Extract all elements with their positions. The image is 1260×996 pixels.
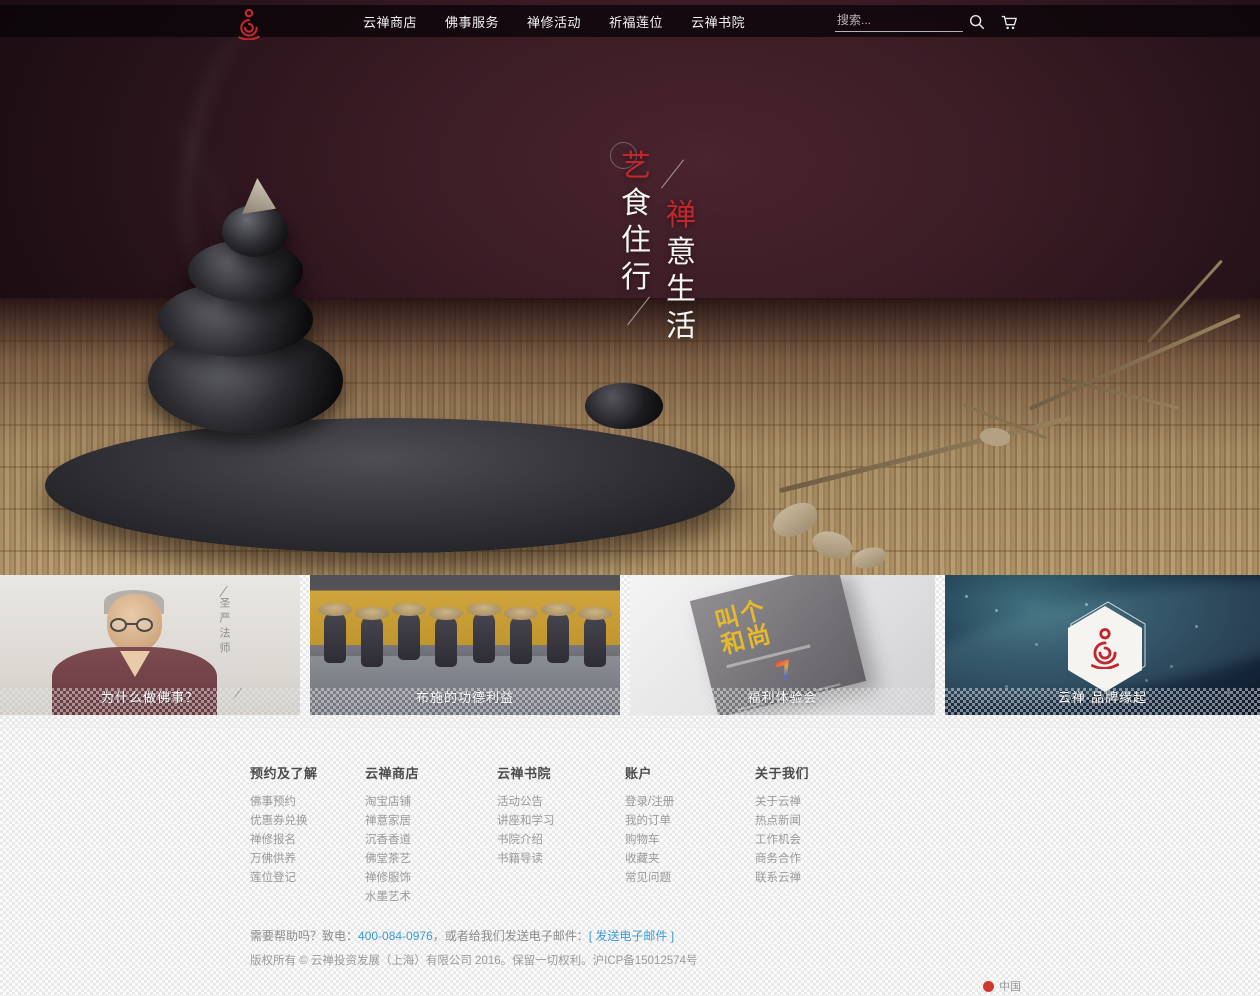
card-side-label: 圣严法师 bbox=[216, 597, 232, 657]
nav-item-blessing[interactable]: 祈福莲位 bbox=[609, 12, 663, 31]
card-caption: 为什么做佛事？ bbox=[0, 687, 300, 706]
footer-link[interactable]: 水墨艺术 bbox=[365, 888, 497, 907]
card-brand-origin[interactable]: 云禅·品牌缘起 bbox=[945, 575, 1260, 715]
monk-procession bbox=[324, 611, 606, 663]
decorative-slash bbox=[219, 586, 227, 597]
nav-item-activities[interactable]: 禅修活动 bbox=[527, 12, 581, 31]
footer-link[interactable]: 工作机会 bbox=[755, 831, 885, 850]
search-icon[interactable] bbox=[968, 13, 986, 31]
top-navbar: 云禅商店 佛事服务 禅修活动 祈福莲位 云禅书院 bbox=[0, 5, 1260, 37]
footer-link[interactable]: 登录/注册 bbox=[625, 793, 755, 812]
footer-link[interactable]: 我的订单 bbox=[625, 812, 755, 831]
search-input[interactable] bbox=[835, 9, 963, 32]
card-merit-of-giving[interactable]: 布施的功德利益 bbox=[310, 575, 620, 715]
glasses-icon bbox=[110, 618, 127, 632]
monk-silhouette bbox=[584, 615, 606, 667]
card-experience-event[interactable]: 叫个 和尚 福利体验会 bbox=[630, 575, 935, 715]
monk-silhouette bbox=[361, 615, 383, 667]
footer-link[interactable]: 购物车 bbox=[625, 831, 755, 850]
monk-silhouette bbox=[547, 611, 569, 663]
card-caption: 福利体验会 bbox=[630, 687, 935, 706]
footer-column-academy: 云禅书院 活动公告 讲座和学习 书院介绍 书籍导读 bbox=[497, 763, 625, 907]
footer-column-title: 云禅书院 bbox=[497, 763, 625, 782]
footer-link[interactable]: 淘宝店铺 bbox=[365, 793, 497, 812]
footer-link[interactable]: 商务合作 bbox=[755, 850, 885, 869]
region-flag-icon bbox=[983, 981, 994, 992]
hero-char: 生 bbox=[666, 271, 696, 308]
hero-vertical-text-left: 艺 食 住 行 bbox=[621, 148, 651, 296]
nav-item-services[interactable]: 佛事服务 bbox=[445, 12, 499, 31]
brand-logo[interactable] bbox=[235, 8, 263, 40]
nav-item-shop[interactable]: 云禅商店 bbox=[363, 12, 417, 31]
footer-link[interactable]: 优惠券兑换 bbox=[250, 812, 365, 831]
feature-cards-row: 圣严法师 为什么做佛事？ 布施的功德利益 叫个 和尚 福利体验会 bbox=[0, 575, 1260, 715]
footer-column-shop: 云禅商店 淘宝店铺 禅意家居 沉香香道 佛堂茶艺 禅修服饰 水墨艺术 bbox=[365, 763, 497, 907]
contact-line: 需要帮助吗？致电：400-084-0976，或者给我们发送电子邮件：[ 发送电子… bbox=[250, 927, 674, 944]
main-menu: 云禅商店 佛事服务 禅修活动 祈福莲位 云禅书院 bbox=[363, 12, 745, 31]
stone-tray bbox=[45, 418, 735, 553]
footer-column-title: 云禅商店 bbox=[365, 763, 497, 782]
hero-char: 禅 bbox=[666, 197, 696, 234]
footer-link[interactable]: 沉香香道 bbox=[365, 831, 497, 850]
footer-link-columns: 预约及了解 佛事预约 优惠券兑换 禅修报名 万佛供养 莲位登记 云禅商店 淘宝店… bbox=[250, 763, 885, 907]
footer-link[interactable]: 万佛供养 bbox=[250, 850, 365, 869]
copyright-text: 版权所有 © 云禅投资发展（上海）有限公司 2016。保留一切权利。沪ICP备1… bbox=[250, 952, 697, 968]
glasses-icon bbox=[136, 618, 153, 632]
footer-link[interactable]: 书籍导读 bbox=[497, 850, 625, 869]
monk-silhouette bbox=[324, 611, 346, 663]
region-label: 中国 bbox=[999, 978, 1021, 994]
footer-link[interactable]: 佛堂茶艺 bbox=[365, 850, 497, 869]
footer-column-title: 账户 bbox=[625, 763, 755, 782]
footer-column-account: 账户 登录/注册 我的订单 购物车 收藏夹 常见问题 bbox=[625, 763, 755, 907]
hero-char: 住 bbox=[621, 222, 651, 259]
footer-link[interactable]: 书院介绍 bbox=[497, 831, 625, 850]
hero-banner: 艺 食 住 行 禅 意 生 活 bbox=[0, 0, 1260, 575]
nav-item-academy[interactable]: 云禅书院 bbox=[691, 12, 745, 31]
hexagon-brand-badge bbox=[1061, 600, 1149, 694]
contact-middle: ，或者给我们发送电子邮件： bbox=[433, 929, 589, 943]
footer-link[interactable]: 收藏夹 bbox=[625, 850, 755, 869]
hero-char: 活 bbox=[666, 308, 696, 345]
footer-link[interactable]: 关于云禅 bbox=[755, 793, 885, 812]
search-box bbox=[835, 9, 963, 32]
hero-char: 意 bbox=[666, 234, 696, 271]
footer-link[interactable]: 讲座和学习 bbox=[497, 812, 625, 831]
hero-vertical-text-right: 禅 意 生 活 bbox=[666, 197, 696, 345]
phone-link[interactable]: 400-084-0976 bbox=[358, 929, 433, 943]
footer-link[interactable]: 佛事预约 bbox=[250, 793, 365, 812]
hero-char: 行 bbox=[621, 259, 651, 296]
contact-prefix: 需要帮助吗？致电： bbox=[250, 929, 358, 943]
footer-column-title: 预约及了解 bbox=[250, 763, 365, 782]
hero-char: 艺 bbox=[621, 148, 651, 185]
footer-link[interactable]: 莲位登记 bbox=[250, 869, 365, 888]
footer-link[interactable]: 禅修报名 bbox=[250, 831, 365, 850]
footer-link[interactable]: 常见问题 bbox=[625, 869, 755, 888]
monk-silhouette bbox=[435, 615, 457, 667]
footer-link[interactable]: 禅修服饰 bbox=[365, 869, 497, 888]
footer-link[interactable]: 禅意家居 bbox=[365, 812, 497, 831]
zen-stone bbox=[222, 205, 288, 257]
footer-column-title: 关于我们 bbox=[755, 763, 885, 782]
small-stone bbox=[585, 383, 663, 429]
region-selector[interactable]: 中国 bbox=[983, 978, 1021, 994]
monk-silhouette bbox=[398, 611, 420, 660]
city-lights bbox=[965, 595, 968, 598]
card-caption: 布施的功德利益 bbox=[310, 687, 620, 706]
footer-link[interactable]: 联系云禅 bbox=[755, 869, 885, 888]
footer-link[interactable]: 热点新闻 bbox=[755, 812, 885, 831]
monk-silhouette bbox=[473, 611, 495, 663]
glasses-bridge bbox=[126, 623, 137, 625]
footer-link[interactable]: 活动公告 bbox=[497, 793, 625, 812]
send-email-link[interactable]: [ 发送电子邮件 ] bbox=[589, 929, 674, 943]
footer-column-about: 关于我们 关于云禅 热点新闻 工作机会 商务合作 联系云禅 bbox=[755, 763, 885, 907]
card-caption: 云禅·品牌缘起 bbox=[945, 687, 1260, 706]
hero-char: 食 bbox=[621, 185, 651, 222]
brochure-logo-mark bbox=[775, 659, 793, 682]
card-why-buddhist-service[interactable]: 圣严法师 为什么做佛事？ bbox=[0, 575, 300, 715]
footer-column-booking: 预约及了解 佛事预约 优惠券兑换 禅修报名 万佛供养 莲位登记 bbox=[250, 763, 365, 907]
cart-icon[interactable] bbox=[1000, 13, 1018, 31]
monk-silhouette bbox=[510, 615, 532, 664]
